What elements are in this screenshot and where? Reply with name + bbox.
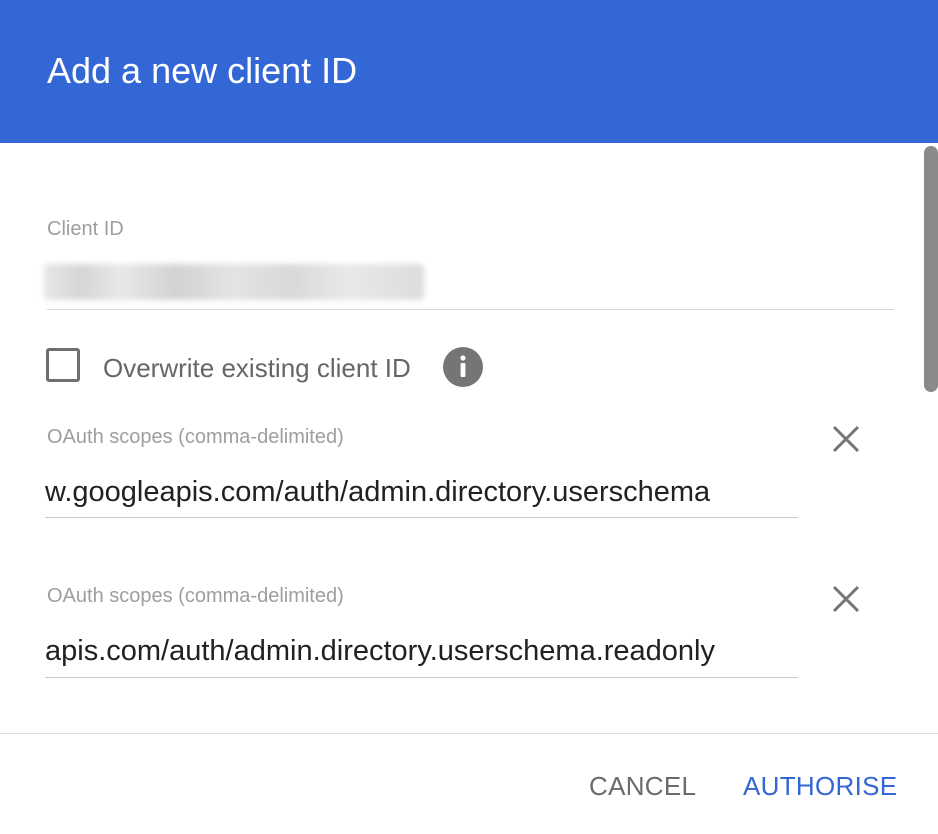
scope-label-2: OAuth scopes (comma-delimited) — [47, 585, 344, 607]
overwrite-checkbox[interactable] — [46, 348, 80, 382]
overwrite-checkbox-label[interactable]: Overwrite existing client ID — [103, 352, 411, 384]
remove-scope-2-button[interactable] — [826, 579, 866, 619]
scope-label-1: OAuth scopes (comma-delimited) — [47, 426, 344, 448]
scope-input-2-value: apis.com/auth/admin.directory.userschema… — [45, 635, 716, 667]
close-icon — [832, 425, 860, 453]
scope-underline-1 — [45, 517, 798, 518]
client-id-underline — [47, 309, 894, 310]
info-icon[interactable] — [443, 347, 483, 387]
scope-input-2[interactable]: apis.com/auth/admin.directory.userschema… — [45, 631, 798, 671]
scope-input-1[interactable]: w.googleapis.com/auth/admin.directory.us… — [45, 472, 798, 512]
dialog-header: Add a new client ID — [0, 0, 938, 143]
authorise-button[interactable]: AUTHORISE — [743, 770, 897, 802]
close-icon — [832, 585, 860, 613]
client-id-label: Client ID — [47, 218, 124, 240]
scope-input-1-value: w.googleapis.com/auth/admin.directory.us… — [45, 476, 711, 508]
scope-underline-2 — [45, 677, 798, 678]
remove-scope-1-button[interactable] — [826, 419, 866, 459]
dialog-title: Add a new client ID — [47, 50, 358, 91]
add-client-id-dialog: Add a new client ID Client ID Overwrite … — [0, 0, 938, 834]
scrollbar-thumb[interactable] — [924, 146, 938, 392]
client-id-input-redacted[interactable] — [44, 264, 424, 300]
cancel-button[interactable]: CANCEL — [589, 770, 696, 802]
footer-divider — [0, 733, 938, 734]
